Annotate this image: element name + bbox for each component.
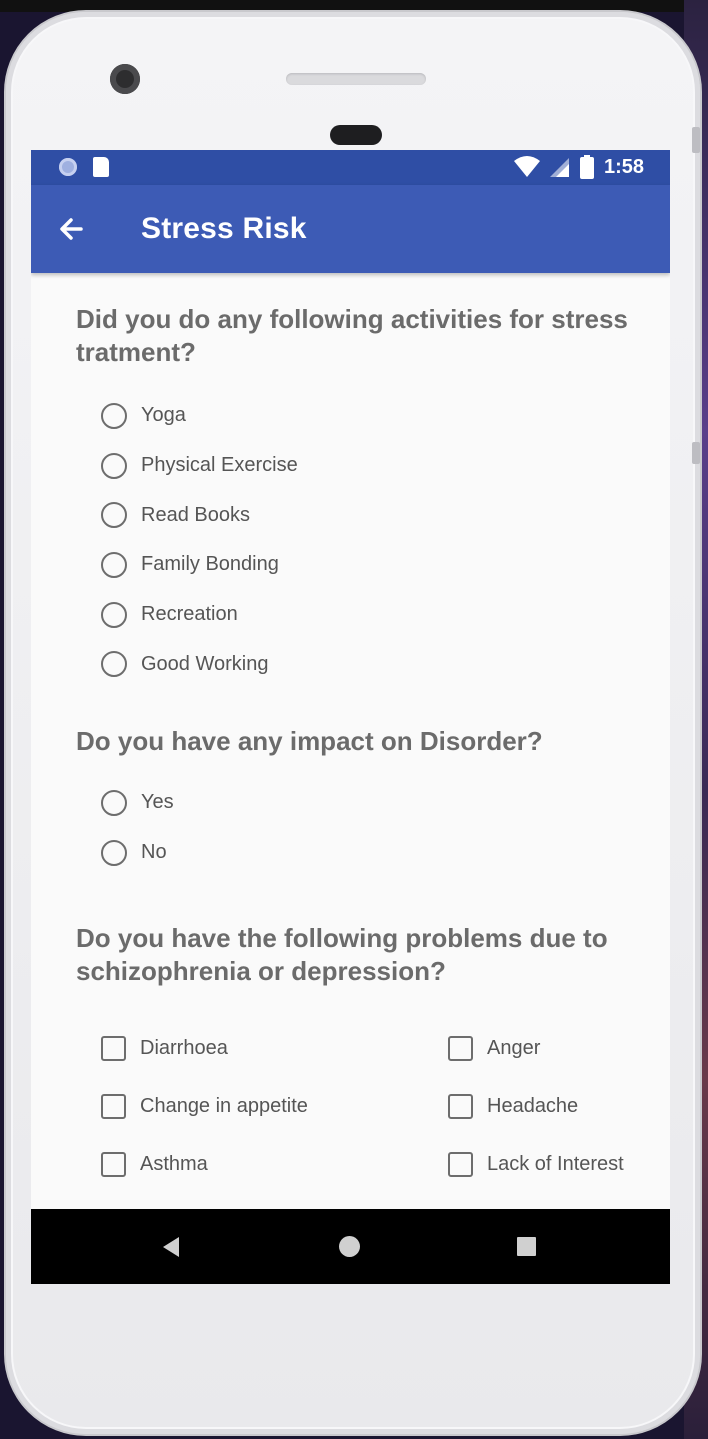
option-label: Yoga — [141, 404, 186, 427]
battery-icon — [579, 155, 594, 179]
page-title: Stress Risk — [141, 212, 307, 245]
side-button-mid — [692, 442, 700, 464]
option-label: Physical Exercise — [141, 454, 298, 477]
radio-button[interactable] — [101, 402, 127, 429]
signal-icon — [549, 158, 569, 177]
radio-option-family-bonding[interactable]: Family Bonding — [101, 540, 670, 590]
checkbox[interactable] — [101, 1152, 126, 1177]
checkbox-option-anger[interactable]: Anger — [448, 1020, 670, 1078]
side-button-top — [692, 127, 700, 153]
checkbox-option-lack-of-interest[interactable]: Lack of Interest — [448, 1136, 670, 1194]
checkbox[interactable] — [448, 1094, 473, 1119]
status-time: 1:58 — [603, 155, 644, 178]
radio-option-no[interactable]: No — [101, 828, 670, 878]
option-label: Recreation — [141, 603, 238, 626]
earpiece-speaker — [286, 73, 426, 85]
option-label: No — [141, 841, 167, 864]
checkbox-option-asthma[interactable]: Asthma — [101, 1136, 448, 1194]
survey-content: Did you do any following activities for … — [31, 273, 670, 1194]
problems-checkbox-group: Diarrhoea Anger Change in appetite Heada… — [101, 1020, 670, 1194]
recents-square-icon[interactable] — [517, 1237, 536, 1256]
option-label: Headache — [487, 1095, 579, 1117]
system-nav-bar — [31, 1209, 670, 1284]
radio-button[interactable] — [101, 551, 127, 578]
app-bar: Stress Risk — [31, 185, 670, 273]
radio-option-yoga[interactable]: Yoga — [101, 391, 670, 441]
option-label: Change in appetite — [140, 1095, 308, 1117]
checkbox[interactable] — [448, 1036, 473, 1061]
option-label: Diarrhoea — [140, 1037, 228, 1059]
question-activities: Did you do any following activities for … — [76, 304, 628, 367]
front-camera-icon — [110, 64, 140, 94]
circle-icon — [59, 158, 77, 176]
radio-button[interactable] — [101, 452, 127, 479]
activities-radio-group: Yoga Physical Exercise Read Books Family… — [101, 391, 670, 689]
app-screen: 1:58 Stress Risk Did you do any followin… — [31, 150, 670, 1284]
checkbox[interactable] — [101, 1094, 126, 1119]
wifi-icon — [513, 156, 540, 177]
radio-option-read-books[interactable]: Read Books — [101, 490, 670, 540]
option-label: Asthma — [140, 1153, 208, 1175]
radio-button[interactable] — [101, 839, 127, 866]
option-label: Anger — [487, 1037, 541, 1059]
option-label: Read Books — [141, 503, 250, 526]
option-label: Good Working — [141, 652, 269, 675]
checkbox-option-diarrhoea[interactable]: Diarrhoea — [101, 1020, 448, 1078]
radio-button[interactable] — [101, 502, 127, 529]
arrow-back-icon[interactable] — [57, 215, 89, 243]
checkbox-option-change-in-appetite[interactable]: Change in appetite — [101, 1078, 448, 1136]
radio-option-yes[interactable]: Yes — [101, 778, 670, 828]
sd-card-icon — [93, 157, 109, 177]
disorder-radio-group: Yes No — [101, 778, 670, 877]
option-label: Yes — [141, 791, 174, 814]
proximity-sensor — [330, 125, 382, 145]
question-problems: Do you have the following problems due t… — [76, 922, 608, 986]
radio-option-recreation[interactable]: Recreation — [101, 590, 670, 640]
home-circle-icon[interactable] — [339, 1236, 360, 1257]
checkbox[interactable] — [448, 1152, 473, 1177]
status-bar: 1:58 — [31, 150, 670, 185]
option-label: Lack of Interest — [487, 1153, 624, 1175]
option-label: Family Bonding — [141, 553, 279, 576]
radio-button[interactable] — [101, 601, 127, 628]
radio-option-good-working[interactable]: Good Working — [101, 639, 670, 689]
question-disorder-impact: Do you have any impact on Disorder? — [76, 726, 543, 757]
radio-button[interactable] — [101, 651, 127, 678]
back-triangle-icon[interactable] — [163, 1237, 179, 1257]
checkbox[interactable] — [101, 1036, 126, 1061]
radio-option-physical-exercise[interactable]: Physical Exercise — [101, 441, 670, 491]
checkbox-option-headache[interactable]: Headache — [448, 1078, 670, 1136]
radio-button[interactable] — [101, 789, 127, 816]
